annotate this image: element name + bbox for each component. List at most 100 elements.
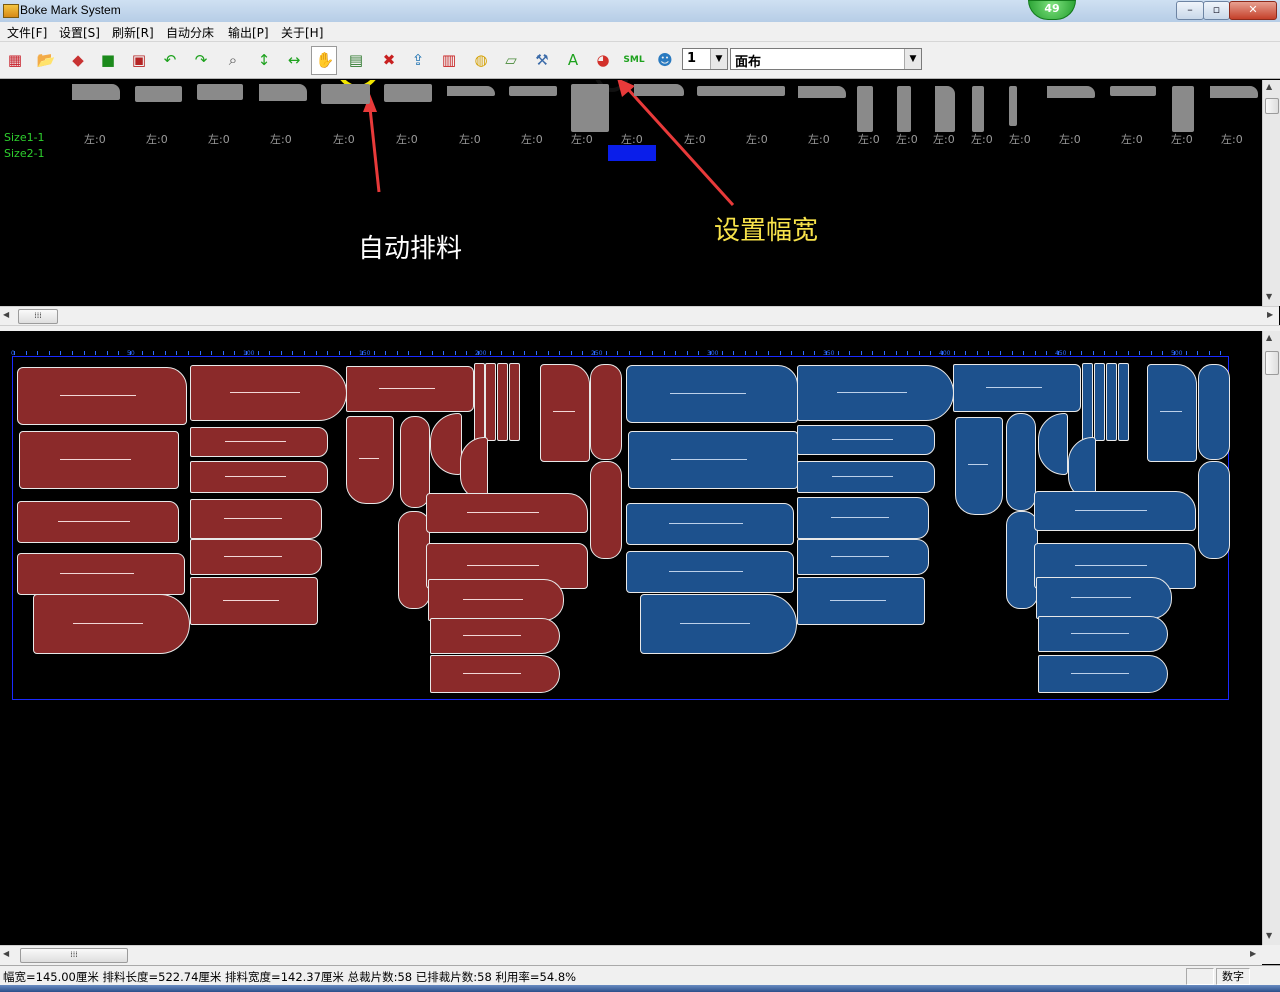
set-fabric-width-icon[interactable]: ◕	[592, 49, 614, 71]
menu-about[interactable]: 关于[H]	[281, 24, 323, 41]
pattern-piece-size2[interactable]	[1036, 577, 1172, 619]
pattern-piece-size2[interactable]	[1038, 655, 1168, 693]
pattern-piece-size2[interactable]	[1034, 491, 1196, 531]
scroll-up-icon[interactable]: ▲	[1266, 82, 1272, 91]
chevron-down-icon[interactable]: ▼	[904, 49, 921, 69]
pattern-piece-size2[interactable]	[797, 497, 929, 539]
sml-icon[interactable]: SML	[623, 49, 645, 71]
save-as-icon[interactable]: ▣	[128, 49, 150, 71]
pattern-piece-size2[interactable]	[797, 539, 929, 575]
pattern-piece-size2[interactable]	[955, 417, 1003, 515]
minimize-button[interactable]: –	[1176, 1, 1204, 20]
scroll-right-icon[interactable]: ▶	[1267, 310, 1273, 319]
pattern-piece-size1[interactable]	[190, 539, 322, 575]
piece-thumbnail[interactable]	[935, 86, 955, 132]
upper-horizontal-scrollbar[interactable]: ◀ ⁞⁞⁞ ▶	[0, 306, 1279, 325]
pattern-piece-size1[interactable]	[346, 416, 394, 504]
hand-pan-icon[interactable]: ✋	[314, 49, 336, 71]
piece-thumbnail[interactable]	[321, 84, 370, 104]
scroll-down-icon[interactable]: ▼	[1266, 931, 1272, 940]
pattern-piece-size1[interactable]	[428, 579, 564, 621]
pattern-piece-size2[interactable]	[797, 577, 925, 625]
pattern-piece-size1[interactable]	[590, 461, 622, 559]
pattern-piece-size1[interactable]	[33, 594, 190, 654]
piece-list-panel[interactable]: Size1-1 Size2-1 自动排料 设置幅宽 左:0 左:0 左:0 左:0 左:…	[0, 80, 1262, 306]
piece-thumbnail[interactable]	[259, 84, 307, 101]
ruler-icon[interactable]: ▱	[500, 49, 522, 71]
notification-badge[interactable]: 49	[1028, 0, 1076, 20]
piece-thumbnail[interactable]	[571, 84, 609, 132]
save-icon[interactable]: ■	[97, 49, 119, 71]
menu-auto-split[interactable]: 自动分床	[166, 24, 214, 41]
new-marker-icon[interactable]: ▦	[4, 49, 26, 71]
pattern-piece-size1[interactable]	[17, 367, 187, 425]
export-icon[interactable]: ⇪	[407, 49, 429, 71]
fabric-select[interactable]: 面布 ▼	[730, 48, 922, 70]
pattern-piece-size1[interactable]	[460, 437, 488, 501]
piece-thumbnail[interactable]	[1047, 86, 1095, 98]
upper-vscroll-thumb[interactable]	[1265, 98, 1279, 114]
piece-thumbnail[interactable]	[197, 84, 243, 100]
tools-icon[interactable]: ⚒	[531, 49, 553, 71]
piece-thumbnail[interactable]	[737, 86, 785, 96]
pattern-piece-size2[interactable]	[626, 503, 794, 545]
scroll-up-icon[interactable]: ▲	[1266, 333, 1272, 342]
menu-file[interactable]: 文件[F]	[7, 24, 47, 41]
pattern-piece-size1[interactable]	[430, 655, 560, 693]
vertical-move-icon[interactable]: ↕	[253, 49, 275, 71]
pattern-piece-size2[interactable]	[1038, 616, 1168, 652]
pattern-piece-size1[interactable]	[590, 364, 622, 460]
piece-thumbnail[interactable]	[1210, 86, 1258, 98]
upper-hscroll-thumb[interactable]: ⁞⁞⁞	[18, 309, 58, 324]
piece-thumbnail[interactable]	[1110, 86, 1156, 96]
marker-layout-panel[interactable]: 0 50 100 150 200 250 300 350 400 450 500	[0, 331, 1262, 945]
pattern-piece-size2[interactable]	[640, 594, 797, 654]
scroll-left-icon[interactable]: ◀	[3, 949, 9, 958]
pattern-piece-size2[interactable]	[797, 365, 954, 421]
undo-icon[interactable]: ↶	[159, 49, 181, 71]
pattern-piece-size2[interactable]	[797, 425, 935, 455]
menu-settings[interactable]: 设置[S]	[59, 24, 100, 41]
pattern-piece-size1[interactable]	[430, 618, 560, 654]
pattern-piece-size1[interactable]	[17, 553, 185, 595]
horizontal-move-icon[interactable]: ↔	[283, 49, 305, 71]
piece-thumbnail[interactable]	[897, 86, 911, 132]
scroll-left-icon[interactable]: ◀	[3, 310, 9, 319]
marker-hscroll-thumb[interactable]: ⁞⁞⁞	[20, 948, 128, 963]
scroll-down-icon[interactable]: ▼	[1266, 292, 1272, 301]
pattern-piece-size1[interactable]	[346, 366, 474, 412]
pattern-piece-size2[interactable]	[1198, 364, 1230, 460]
marker-horizontal-scrollbar[interactable]: ◀ ⁞⁞⁞ ▶	[0, 945, 1262, 965]
pattern-piece-size1[interactable]	[540, 364, 590, 462]
piece-thumbnail[interactable]	[1009, 86, 1017, 126]
menu-refresh[interactable]: 刷新[R]	[112, 24, 154, 41]
clear-marker-icon[interactable]: ✖	[378, 49, 400, 71]
pattern-piece-size1[interactable]	[17, 501, 179, 543]
marker-vscroll-thumb[interactable]	[1265, 351, 1279, 375]
menu-output[interactable]: 输出[P]	[228, 24, 269, 41]
scroll-right-icon[interactable]: ▶	[1250, 949, 1256, 958]
pattern-piece-size1[interactable]	[19, 431, 179, 489]
users-icon[interactable]: ☻	[654, 49, 676, 71]
piece-thumbnail[interactable]	[1172, 86, 1194, 132]
upper-vertical-scrollbar[interactable]: ▲ ▼	[1262, 80, 1280, 306]
piece-thumbnail[interactable]	[972, 86, 984, 132]
text-icon[interactable]: A	[562, 49, 584, 71]
pattern-piece-size1[interactable]	[474, 363, 485, 441]
pattern-piece-size2[interactable]	[626, 365, 798, 423]
piece-thumbnail[interactable]	[798, 86, 846, 98]
pattern-piece-size2[interactable]	[628, 431, 798, 489]
piece-thumbnail[interactable]	[447, 86, 495, 96]
pattern-piece-size2[interactable]	[1006, 413, 1036, 511]
pattern-piece-size1[interactable]	[190, 461, 328, 493]
zoom-icon[interactable]: ⌕	[222, 49, 244, 71]
measure-tape-icon[interactable]: ◍	[470, 49, 492, 71]
pattern-piece-size1[interactable]	[190, 577, 318, 625]
pattern-piece-size1[interactable]	[426, 493, 588, 533]
fabric-layout-icon[interactable]: ▥	[438, 49, 460, 71]
piece-thumbnail[interactable]	[384, 84, 432, 102]
maximize-button[interactable]: ▫	[1203, 1, 1230, 20]
layer-number-select[interactable]: 1 ▼	[682, 48, 728, 70]
pattern-piece-size1[interactable]	[497, 363, 508, 441]
piece-thumbnail[interactable]	[509, 86, 557, 96]
